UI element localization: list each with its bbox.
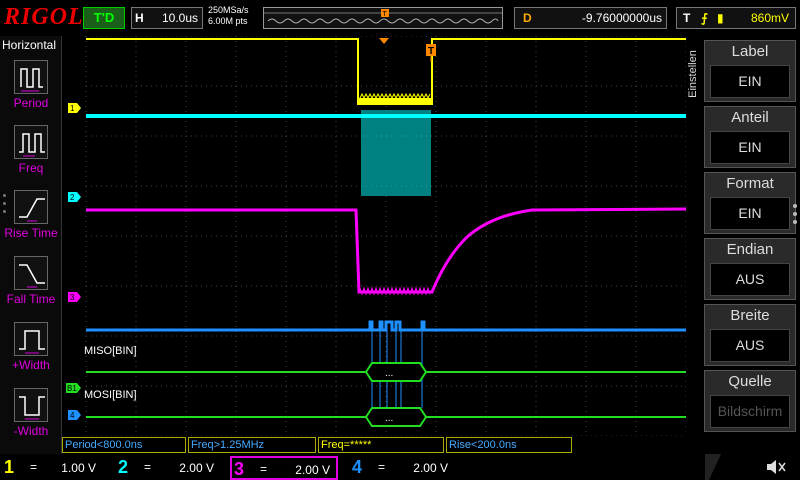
run-state-badge[interactable]: T'D — [83, 7, 125, 29]
waveform-graticule: ... ... MISO[BIN] MOSI[BIN] T 1 2 3 B1 4 — [62, 35, 687, 437]
timebase-badge[interactable]: H 10.0us — [131, 7, 203, 29]
timebase-value: 10.0us — [161, 11, 198, 25]
measurement-strip: Period<800.0ns Freq>1.25MHz Freq=***** R… — [62, 437, 686, 454]
positive-width-icon — [14, 322, 48, 356]
ch4-coupling: = — [378, 460, 386, 474]
ch4-status[interactable]: 4 = 2.00 V — [350, 456, 454, 480]
format-setting-value: EIN — [710, 197, 790, 230]
ch3-coupling: = — [260, 462, 268, 476]
measurement-freq-limit[interactable]: Freq>1.25MHz — [188, 437, 316, 453]
breite-setting-value: AUS — [710, 329, 790, 362]
freq-icon — [14, 125, 48, 159]
trigger-source-icon: ▮ — [717, 11, 724, 25]
fall-time-label: Fall Time — [6, 292, 56, 306]
period-icon — [14, 60, 48, 94]
trigger-level: 860mV — [750, 11, 789, 25]
rise-time-icon — [14, 190, 48, 224]
measurement-freq[interactable]: Freq=***** — [318, 437, 444, 453]
quelle-setting-button[interactable]: Quelle Bildschirm — [704, 370, 796, 432]
measure-fall-time-button[interactable]: Fall Time — [0, 252, 62, 314]
measure-menu: Horizontal Period Freq Rise Time Fall Ti… — [0, 36, 62, 454]
ch1-scale: 1.00 V — [61, 461, 96, 475]
delay-label: D — [523, 11, 532, 25]
mosi-decode-value: ... — [385, 413, 393, 424]
negative-width-label: -Width — [13, 424, 49, 438]
svg-text:T: T — [383, 11, 388, 18]
waveform-navigator[interactable]: T — [263, 7, 503, 29]
label-setting-value: EIN — [710, 65, 790, 98]
ch4-number: 4 — [352, 457, 363, 477]
svg-text:1: 1 — [70, 104, 75, 113]
ch1-number: 1 — [4, 457, 15, 477]
ch3-status[interactable]: 3 = 2.00 V — [230, 456, 338, 480]
breite-setting-label: Breite — [730, 307, 770, 324]
period-label: Period — [13, 96, 49, 110]
ch2-coupling: = — [144, 460, 152, 474]
delay-badge[interactable]: D -9.76000000us — [514, 7, 667, 29]
speaker-muted-icon[interactable] — [767, 460, 786, 474]
channel-status-bar: 1 = 1.00 V 2 = 2.00 V 3 = 2.00 V 4 = 2.0… — [0, 454, 800, 480]
measure-freq-button[interactable]: Freq — [0, 121, 62, 183]
quelle-setting-label: Quelle — [728, 373, 772, 390]
format-setting-button[interactable]: Format EIN — [704, 172, 796, 234]
measure-positive-width-button[interactable]: +Width — [0, 318, 62, 380]
top-status-bar: RIGOL T'D H 10.0us 250MSa/s 6.00M pts T … — [0, 0, 800, 36]
svg-text:3: 3 — [70, 293, 75, 302]
memory-depth: 6.00M pts — [208, 16, 248, 26]
delay-value: -9.76000000us — [581, 11, 662, 25]
measurement-rise[interactable]: Rise<200.0ns — [446, 437, 572, 453]
anteil-setting-label: Anteil — [731, 109, 769, 126]
label-setting-label: Label — [731, 43, 769, 60]
miso-decode-label: MISO[BIN] — [84, 345, 137, 357]
breite-setting-button[interactable]: Breite AUS — [704, 304, 796, 366]
navigator-waveform: T — [264, 8, 502, 28]
right-menu-title: Einstellen — [687, 50, 699, 98]
positive-width-label: +Width — [12, 358, 50, 372]
anteil-setting-button[interactable]: Anteil EIN — [704, 106, 796, 168]
svg-text:4: 4 — [70, 411, 75, 420]
svg-text:T: T — [428, 46, 434, 57]
anteil-setting-value: EIN — [710, 131, 790, 164]
trigger-label: T — [683, 11, 691, 25]
acquisition-info: 250MSa/s 6.00M pts — [208, 5, 249, 27]
label-setting-button[interactable]: Label EIN — [704, 40, 796, 102]
miso-decode-value: ... — [385, 368, 393, 379]
negative-width-icon — [14, 388, 48, 422]
mosi-decode-label: MOSI[BIN] — [84, 389, 137, 401]
horizontal-label: H — [135, 11, 144, 25]
fall-time-icon — [14, 256, 48, 290]
endian-setting-button[interactable]: Endian AUS — [704, 238, 796, 300]
freq-label: Freq — [18, 161, 44, 175]
ch3-number: 3 — [234, 459, 245, 479]
measure-negative-width-button[interactable]: -Width — [0, 384, 62, 446]
ch3-scale: 2.00 V — [295, 463, 330, 477]
trigger-badge[interactable]: T ⨍ ▮ 860mV — [676, 7, 796, 29]
ch1-coupling: = — [30, 460, 38, 474]
rigol-logo: RIGOL — [4, 4, 84, 30]
ch2-status[interactable]: 2 = 2.00 V — [116, 456, 220, 480]
measurement-period[interactable]: Period<800.0ns — [62, 437, 186, 453]
right-menu-scroll-indicator — [793, 204, 799, 228]
endian-setting-value: AUS — [710, 263, 790, 296]
left-menu-scroll-indicator — [3, 194, 7, 218]
svg-text:2: 2 — [70, 193, 75, 202]
speaker-area — [705, 454, 800, 480]
measure-period-button[interactable]: Period — [0, 56, 62, 118]
format-setting-label: Format — [726, 175, 774, 192]
sample-rate: 250MSa/s — [208, 5, 249, 15]
ch1-status[interactable]: 1 = 1.00 V — [2, 456, 102, 480]
rising-edge-icon: ⨍ — [701, 11, 708, 25]
svg-text:B1: B1 — [67, 384, 77, 393]
endian-setting-label: Endian — [726, 241, 774, 258]
rise-time-label: Rise Time — [4, 226, 58, 240]
ch2-number: 2 — [118, 457, 129, 477]
measure-menu-title: Horizontal — [2, 38, 57, 52]
quelle-setting-value: Bildschirm — [710, 395, 790, 428]
navigator-trigger-icon: T — [381, 9, 389, 18]
ch2-scale: 2.00 V — [179, 461, 214, 475]
ch4-scale: 2.00 V — [413, 461, 448, 475]
waveform-display[interactable]: ... ... MISO[BIN] MOSI[BIN] T 1 2 3 B1 4 — [62, 35, 687, 437]
measure-rise-time-button[interactable]: Rise Time — [0, 186, 62, 248]
